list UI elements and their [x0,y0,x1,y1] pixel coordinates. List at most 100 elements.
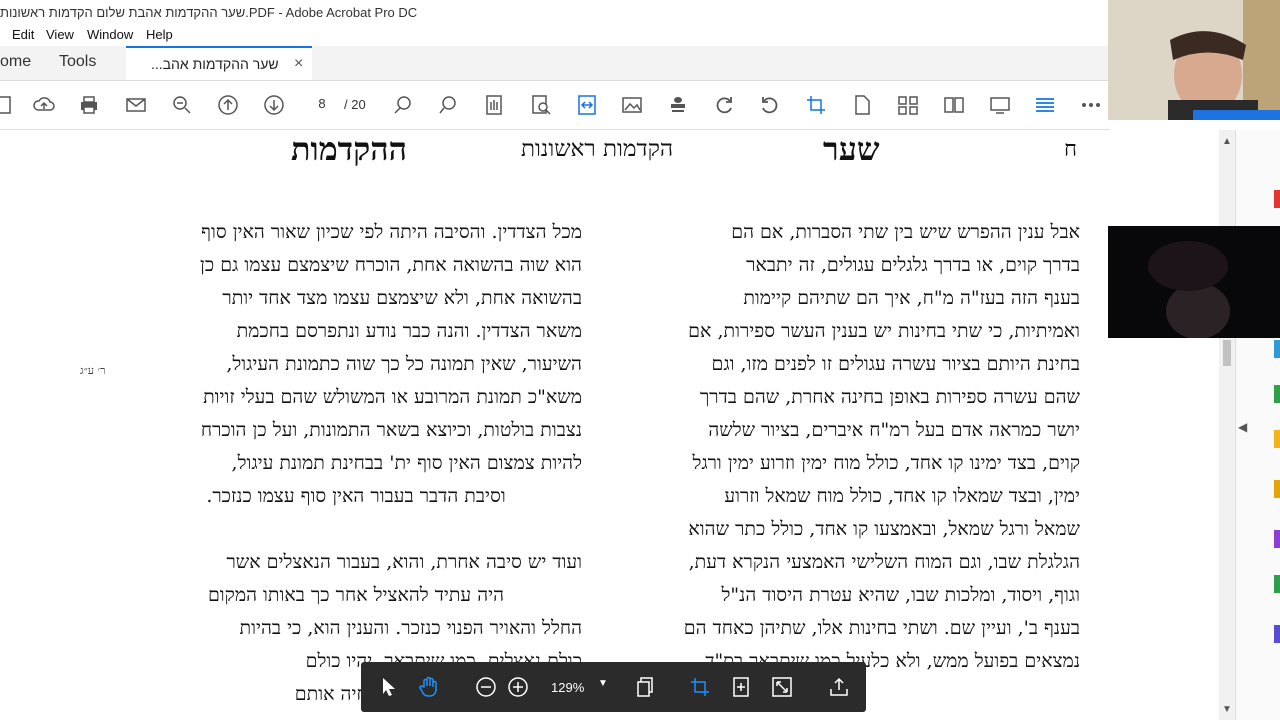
margin-reference-note: ר׳ ע״ג [80,364,106,377]
tool-icon-red[interactable] [1274,190,1280,208]
stamp-icon[interactable] [666,93,690,117]
header-center-title: הקדמות ראשונות [521,136,674,162]
menu-help[interactable]: Help [146,27,173,42]
scroll-down-icon[interactable]: ▼ [1222,704,1232,715]
nav-tools[interactable]: Tools [59,53,96,71]
document-icon[interactable] [850,93,874,117]
text-line: בהשואה אחת, ולא שיצמצם עצמו מצד אחד יותר [222,287,582,309]
menu-window[interactable]: Window [87,27,133,42]
zoom-out-icon[interactable] [474,675,498,699]
share-upload-icon[interactable] [827,675,851,699]
image-icon[interactable] [620,93,644,117]
page-number-label: ח [1064,137,1078,162]
print-icon[interactable] [77,93,101,117]
vertical-scrollbar[interactable]: ▲ ▼ [1219,130,1235,720]
compare-icon[interactable] [942,93,966,117]
cloud-upload-icon[interactable] [32,93,56,117]
text-line: מכל הצדדין. והסיבה היתה לפי שכיון שאור ה… [201,221,582,243]
text-line: הגלגלת שבו, וגם המוח השלישי האמצעי הנקרא… [688,551,1080,573]
scroll-up-icon[interactable]: ▲ [1222,136,1232,147]
fit-page-icon[interactable] [729,675,753,699]
select-cursor-icon[interactable] [377,675,401,699]
crop-page-icon[interactable] [688,675,712,699]
text-line: בענף הזה בעז"ה מ"ח, איך הם שתיהם קיימות [743,287,1080,309]
text-line: השיעור, שאין תמונה כל כך שוה כתמונת העיג… [226,353,582,375]
right-tools-panel: ◀ [1235,130,1280,720]
menu-edit[interactable]: Edit [12,27,34,42]
right-text-column: אבל ענין ההפרש שיש בין שתי הסברות, אם הם… [628,216,1080,678]
page-total: / 20 [344,97,366,112]
document-view[interactable]: ח שער הקדמות ראשונות ההקדמות ר׳ ע״ג אבל … [0,130,1219,720]
text-line: משאר הצדדין. והנה כבר נודע ונתפרסם בחכמת [236,320,582,342]
close-tab-icon[interactable]: × [294,55,303,73]
organize-pages-icon[interactable] [896,93,920,117]
page-number-input[interactable]: 8 [311,94,333,114]
fit-width-icon[interactable] [575,93,599,117]
text-line: ימין, ובצד שמאלו קו אחד, כולל מוח שמאל ו… [724,485,1080,507]
chevron-down-icon[interactable]: ▼ [598,678,608,689]
screen-icon[interactable] [988,93,1012,117]
select-tool-icon[interactable] [391,93,415,117]
text-line: נצבות בולטות, וכיוצא בשאר התמונות, ועל כ… [200,419,582,441]
redo-icon[interactable] [712,93,736,117]
text-line: להיות צמצום האין סוף ית' בבחינת תמונת עי… [231,452,582,474]
menu-bar: Edit View Window Help [0,24,1280,46]
text-line: משא"כ תמונת המרובע או המשולש שהם בעלי זו… [203,386,582,408]
email-icon[interactable] [124,93,148,117]
menu-view[interactable]: View [46,27,74,42]
page-layout-icon[interactable] [482,93,506,117]
text-line: הוא שוה בהשואה אחת, הוכרח שיצמצם עצמו גם… [200,254,582,276]
copy-pages-icon[interactable] [633,675,657,699]
text-line: קוים, בצד ימינו קו אחד, כולל מוח ימין וז… [692,452,1080,474]
scroll-thumb[interactable] [1223,340,1231,366]
undo-icon[interactable] [758,93,782,117]
crop-icon[interactable] [804,93,828,117]
main-toolbar: 8 / 20 [0,81,1110,130]
collapse-panel-icon[interactable]: ◀ [1238,420,1247,434]
scrolling-mode-icon[interactable] [1033,93,1057,117]
hand-tool-icon[interactable] [417,675,441,699]
text-line: וגוף, ויסוד, ומלכות שבו, שהיא עטרת היסוד… [721,584,1080,606]
text-line: החלל והאויר הפנוי כנזכר. והענין הוא, כי … [239,617,582,639]
tool-icon-blue[interactable] [1274,340,1280,358]
window-title: שער ההקדמות אהבת שלום הקדמות ראשונות.PDF… [0,5,418,20]
more-options-icon[interactable] [1079,93,1103,117]
tool-icon-green[interactable] [1274,385,1280,403]
tool-icon-indigo[interactable] [1274,625,1280,643]
find-in-page-icon[interactable] [529,93,553,117]
text-line: אבל ענין ההפרש שיש בין שתי הסברות, אם הם [731,221,1080,243]
left-text-column: מכל הצדדין. והסיבה היתה לפי שכיון שאור ה… [130,216,582,711]
tab-bar: ome Tools שער ההקדמות אהב... × [0,46,1110,81]
text-line: בדרך קוים, או בדרך גלגלים עגולים, זה יתב… [746,254,1080,276]
zoom-in-icon[interactable] [506,675,530,699]
tool-icon-purple[interactable] [1274,530,1280,548]
text-line [130,513,582,546]
webcam-overlay-presenter [1108,0,1280,120]
webcam-overlay-participant [1108,226,1280,338]
tool-icon-orange[interactable] [1274,480,1280,498]
tool-icon-yellow[interactable] [1274,430,1280,448]
title-bar: שער ההקדמות אהבת שלום הקדמות ראשונות.PDF… [0,0,1280,24]
header-right-title: שער [823,130,880,168]
zoom-level[interactable]: 129% [551,680,584,695]
text-line: יושר כמראה אדם בעל רמ"ח איברים, בציור של… [708,419,1080,441]
page-down-icon[interactable] [262,93,286,117]
text-line: בענף ב', ועיין שם. ושתי בחינות אלו, שתיה… [683,617,1080,639]
tool-icon-green-2[interactable] [1274,575,1280,593]
header-left-title: ההקדמות [291,130,407,168]
text-line: היה עתיד להאציל אחר כך באותו המקום [207,584,505,606]
text-line: ואמיתיות, כי שתי בחינות יש בענין העשר ספ… [688,320,1080,342]
text-line: שהם עשרה ספירות באופן בחינה אחרת, שהם בד… [699,386,1080,408]
nav-home[interactable]: ome [0,53,31,71]
page-up-icon[interactable] [216,93,240,117]
search-icon[interactable] [170,93,194,117]
save-icon[interactable] [0,93,14,117]
text-line: וסיבת הדבר בעבור האין סוף עצמו כנזכר. [206,485,506,507]
document-tab[interactable]: שער ההקדמות אהב... × [126,46,312,80]
zoom-icon[interactable] [437,93,461,117]
text-line: ועוד יש סיבה אחרת, והוא, בעבור הנאצלים א… [226,551,582,573]
text-line: בחינת היותם בציור עשרה עגולים זו לפנים מ… [711,353,1080,375]
floating-page-toolbar: 129% ▼ [361,662,866,712]
full-screen-icon[interactable] [770,675,794,699]
document-tab-label: שער ההקדמות אהב... [151,56,279,72]
